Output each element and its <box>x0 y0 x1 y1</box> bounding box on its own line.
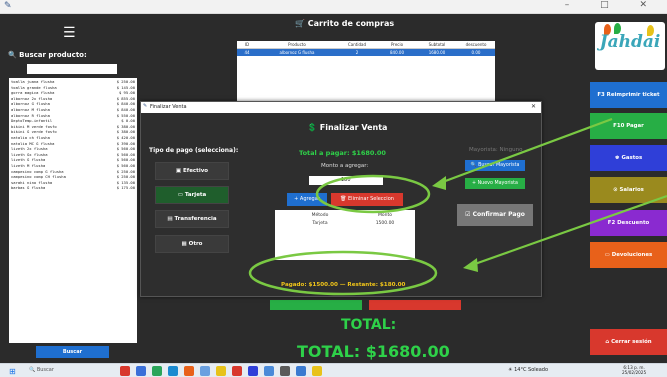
cell-id: 44 <box>244 50 250 55</box>
payment-methods-table[interactable]: Método Monto Tarjeta 1500.00 <box>275 210 415 260</box>
col-subtotal: Subtotal <box>428 42 446 47</box>
new-mayorista-button[interactable]: + Nuevo Mayorista <box>465 178 525 189</box>
app-icon[interactable] <box>248 366 258 376</box>
col-producto: Producto <box>288 42 306 47</box>
returns-button[interactable]: ▭ Devoluciones <box>590 242 667 268</box>
check-icon: ☑ <box>465 211 471 218</box>
app-icon[interactable] <box>136 366 146 376</box>
sun-icon: ☀ <box>508 367 513 373</box>
windows-start-icon[interactable]: ⊞ <box>9 367 16 376</box>
pay-transfer-button[interactable]: ▤ Transferencia <box>155 210 229 228</box>
search-button[interactable]: Buscar <box>36 346 109 358</box>
pay-card-button[interactable]: ▭ Tarjeta <box>155 186 229 204</box>
mayorista-label: Mayorista: Ninguno <box>469 147 523 153</box>
col-id: ID <box>244 42 250 47</box>
window-controls[interactable]: – □ ✕ <box>565 0 661 10</box>
col-descuento: descuento <box>465 42 487 47</box>
discount-button[interactable]: F2 Descuento <box>590 210 667 236</box>
product-list[interactable]: toalla juana flusha $ 250.00 toalla grande… <box>9 78 137 343</box>
remove-payment-button[interactable]: 🗑 Eliminar Seleccion <box>331 193 403 206</box>
col-cantidad: Cantidad <box>348 42 366 47</box>
cart-table-header: ID Producto Cantidad Precio Subtotal des… <box>237 41 495 49</box>
cell-descuento: 0.00 <box>471 50 481 55</box>
cart-title: 🛒 Carrito de compras <box>295 19 395 28</box>
paid-summary: Pagado: $1500.00 — Restante: $180.00 <box>281 282 406 288</box>
cancel-button-partial[interactable] <box>369 300 461 310</box>
transfer-icon: ▤ <box>167 216 173 222</box>
app-icon[interactable] <box>184 366 194 376</box>
cell-producto: albornoz G flusha <box>279 50 315 55</box>
pay-other-button[interactable]: ▦ Otro <box>155 235 229 253</box>
col-precio: Precio <box>390 42 404 47</box>
trash-icon: 🗑 <box>340 196 347 202</box>
logo-text: Jahdai <box>599 32 661 52</box>
app-icon[interactable] <box>120 366 130 376</box>
pay-button-partial[interactable] <box>270 300 362 310</box>
expenses-button[interactable]: ♚ Gastos <box>590 145 667 171</box>
cell-cantidad: 2 <box>355 50 359 55</box>
table-row[interactable]: 44 albornoz G flusha 2 840.00 1680.00 0.… <box>237 49 495 56</box>
search-icon: 🔍 <box>470 163 477 168</box>
weather-widget[interactable]: ☀ 14°C Soleado <box>508 367 548 373</box>
taskbar-apps <box>120 366 322 376</box>
search-input[interactable] <box>27 64 117 74</box>
app-feather-icon: ✎ <box>4 1 12 11</box>
card-icon: ▭ <box>177 192 183 198</box>
dialog-titlebar: ✎ Finalizar Venta ✕ <box>141 102 541 113</box>
pay-type-label: Tipo de pago (selecciona): <box>149 147 239 154</box>
app-icon[interactable] <box>168 366 178 376</box>
dialog-title: 💲 Finalizar Venta <box>307 123 388 132</box>
pay-cash-button[interactable]: ▣ Efectivo <box>155 162 229 180</box>
taskbar: ⊞ 🔍 Buscar ☀ 14°C Soleado 6:13 p. m. 25/… <box>0 363 667 377</box>
dialog-window-title: Finalizar Venta <box>150 104 187 110</box>
add-payment-button[interactable]: + Agregar <box>287 193 327 206</box>
app-icon[interactable] <box>152 366 162 376</box>
app-icon[interactable] <box>296 366 306 376</box>
total-value: TOTAL: $1680.00 <box>297 342 450 361</box>
other-icon: ▦ <box>181 241 187 247</box>
close-icon[interactable]: ✕ <box>531 103 536 110</box>
search-mayorista-button[interactable]: 🔍 Buscar Mayorista <box>465 160 525 171</box>
clock[interactable]: 6:13 p. m. 25/02/2025 <box>622 365 646 375</box>
cell-precio: 840.00 <box>390 50 404 55</box>
methods-header: Método Monto <box>311 213 392 218</box>
screen: ✎ – □ ✕ ☰ 🔍 Buscar producto: toalla juan… <box>0 0 667 377</box>
list-item[interactable]: barbas G flusha $ 175.00 <box>11 185 135 191</box>
app-titlebar: ✎ – □ ✕ <box>0 0 667 14</box>
jahdai-logo: Jahdai <box>595 22 665 70</box>
reprint-ticket-button[interactable]: F3 Reimprimir ticket <box>590 82 667 108</box>
search-label: 🔍 Buscar producto: <box>8 51 87 59</box>
app-icon[interactable] <box>280 366 290 376</box>
app-icon[interactable] <box>264 366 274 376</box>
salaries-button[interactable]: ⊙ Salarios <box>590 177 667 203</box>
table-row[interactable]: Tarjeta 1500.00 <box>275 221 415 226</box>
pay-button[interactable]: F10 Pagar <box>590 113 667 139</box>
taskbar-search[interactable]: 🔍 Buscar <box>29 367 54 373</box>
cell-subtotal: 1680.00 <box>428 50 446 55</box>
confirm-payment-button[interactable]: ☑ Confirmar Pago <box>457 204 533 226</box>
app-icon[interactable] <box>232 366 242 376</box>
total-label: TOTAL: <box>341 317 397 333</box>
finalize-sale-dialog: ✎ Finalizar Venta ✕ 💲 Finalizar Venta Ti… <box>140 101 542 297</box>
app-icon[interactable] <box>312 366 322 376</box>
logout-button[interactable]: ⌂ Cerrar sesión <box>590 329 667 355</box>
hamburger-icon[interactable]: ☰ <box>63 25 76 41</box>
amount-label: Monto a agregar: <box>321 163 369 169</box>
app-icon[interactable] <box>200 366 210 376</box>
total-to-pay: Total a pagar: $1680.00 <box>299 149 386 157</box>
amount-input[interactable]: 180 <box>309 176 383 185</box>
action-panel: Jahdai F3 Reimprimir ticket F10 Pagar ♚ … <box>590 14 667 363</box>
app-icon[interactable] <box>216 366 226 376</box>
dialog-feather-icon: ✎ <box>143 103 148 109</box>
product-panel: ☰ 🔍 Buscar producto: toalla juana flusha… <box>0 14 140 363</box>
cash-icon: ▣ <box>175 168 182 174</box>
